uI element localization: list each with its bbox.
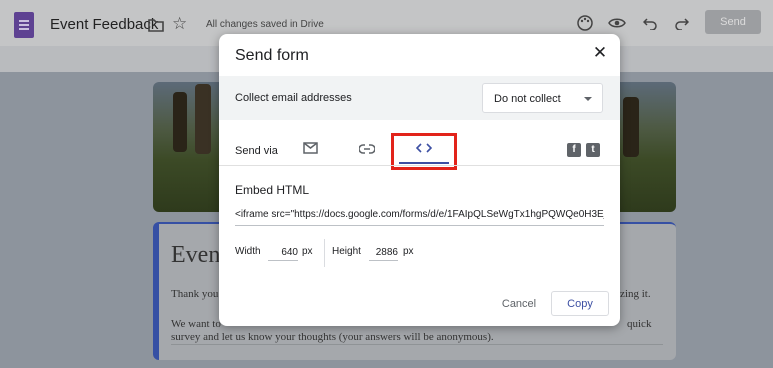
mail-icon [302, 141, 318, 159]
form-description-line: izing it. [617, 288, 651, 300]
dialog-title: Send form [235, 47, 309, 64]
form-description-line: survey and let us know your thoughts (yo… [171, 331, 494, 343]
collect-email-label: Collect email addresses [235, 92, 352, 104]
send-button[interactable]: Send [705, 10, 761, 34]
embed-code-field[interactable]: <iframe src="https://docs.google.com/for… [235, 209, 604, 223]
height-unit: px [403, 246, 414, 257]
document-title[interactable]: Event Feedback [50, 16, 158, 33]
height-label: Height [332, 246, 361, 257]
divider [324, 239, 325, 267]
divider [171, 344, 663, 345]
forms-app-icon[interactable] [14, 12, 34, 38]
twitter-icon[interactable]: t [586, 143, 600, 157]
send-via-label: Send via [235, 145, 278, 157]
eye-icon[interactable] [607, 13, 627, 33]
facebook-icon[interactable]: f [567, 143, 581, 157]
chevron-down-icon [584, 97, 592, 101]
tab-link[interactable] [356, 137, 378, 163]
folder-icon[interactable] [148, 18, 164, 37]
cancel-button[interactable]: Cancel [493, 292, 545, 316]
width-input[interactable]: 640 [268, 247, 298, 261]
divider [219, 165, 620, 166]
width-label: Width [235, 246, 261, 257]
collect-email-select[interactable]: Do not collect [482, 83, 603, 113]
form-description-line: Thank you [171, 288, 219, 300]
close-icon[interactable]: ✕ [591, 44, 609, 62]
redo-icon[interactable] [672, 13, 692, 33]
height-input[interactable]: 2886 [369, 247, 398, 261]
send-form-dialog: Send form ✕ Collect email addresses Do n… [219, 34, 620, 326]
link-icon [358, 141, 376, 159]
palette-icon[interactable] [575, 13, 595, 33]
form-description-line: quick [627, 318, 652, 330]
collect-email-row: Collect email addresses Do not collect [219, 76, 620, 120]
undo-icon[interactable] [640, 13, 660, 33]
copy-button[interactable]: Copy [551, 291, 609, 316]
embed-field-underline [235, 225, 604, 226]
form-title: Even [171, 242, 221, 268]
width-unit: px [302, 246, 313, 257]
save-status: All changes saved in Drive [206, 19, 324, 30]
collect-email-value: Do not collect [494, 93, 561, 105]
embed-html-label: Embed HTML [235, 183, 310, 197]
form-description-line: We want to [171, 318, 221, 330]
tab-email[interactable] [299, 137, 321, 163]
star-icon[interactable]: ☆ [172, 15, 187, 32]
